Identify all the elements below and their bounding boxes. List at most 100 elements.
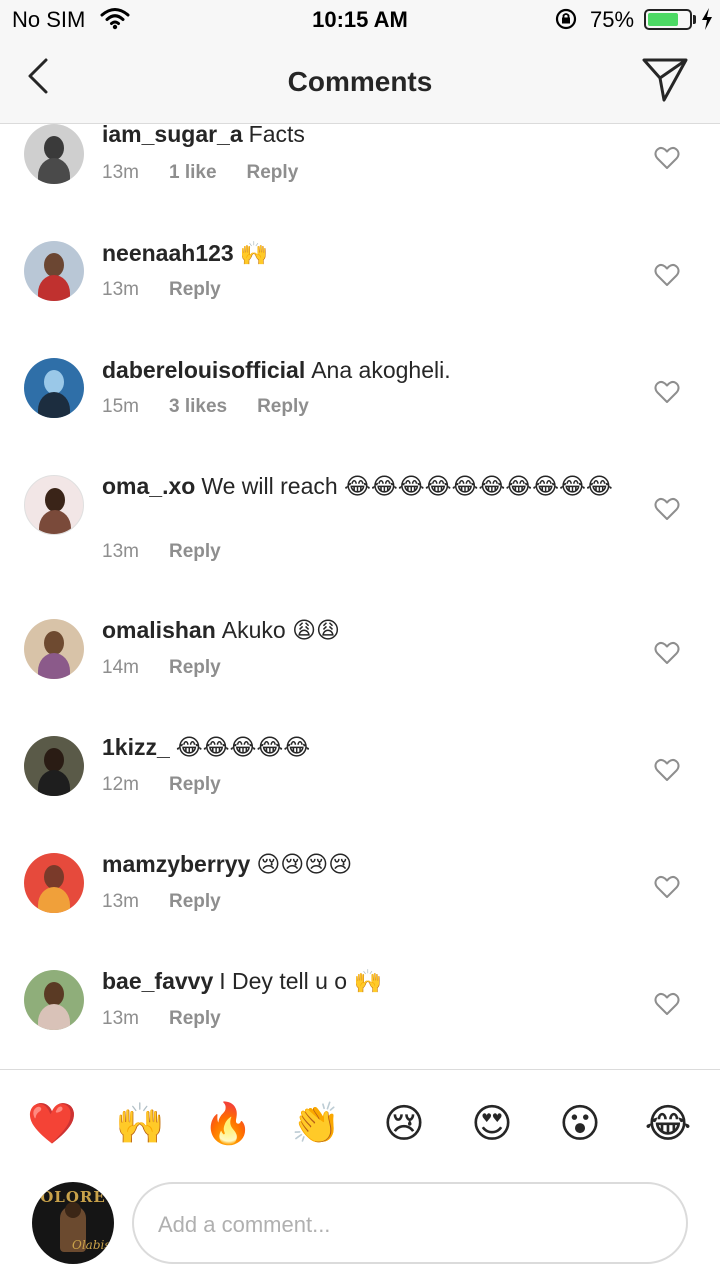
like-button[interactable] — [654, 641, 680, 665]
comment-item: mamzyberryy 😢😢😢😢 13m Reply — [0, 851, 720, 970]
reply-button[interactable]: Reply — [169, 657, 221, 678]
avatar-head — [44, 865, 64, 889]
heart-icon — [654, 876, 680, 898]
avatar[interactable] — [24, 358, 84, 418]
like-button[interactable] — [654, 992, 680, 1016]
charging-bolt-icon — [700, 7, 714, 37]
comment-time: 12m — [102, 774, 139, 795]
heart-icon — [654, 264, 680, 286]
composer-divider — [0, 1069, 720, 1070]
heart-icon — [654, 642, 680, 664]
avatar[interactable] — [24, 619, 84, 679]
comment-input[interactable]: Add a comment... — [132, 1182, 688, 1264]
comment-time: 13m — [102, 162, 139, 183]
emoji-clap-button[interactable]: 👏 — [288, 1096, 344, 1152]
comment-text: daberelouisofficial Ana akogheli. — [102, 355, 632, 385]
avatar-head — [44, 370, 64, 394]
comment-text: oma_.xo We will reach 😂😂😂😂😂😂😂😂😂😂 — [102, 471, 622, 501]
rotation-lock-icon — [554, 7, 578, 37]
emoji-surprised-button[interactable]: 😮 — [552, 1096, 608, 1152]
comment-text: bae_favvy I Dey tell u o 🙌 — [102, 966, 632, 996]
avatar-head — [44, 631, 64, 655]
comment-meta: 14m Reply — [102, 657, 251, 679]
comment-username[interactable]: oma_.xo — [102, 473, 195, 499]
avatar-script-text: Olabiss — [72, 1238, 114, 1252]
like-button[interactable] — [654, 758, 680, 782]
comment-meta: 12m Reply — [102, 774, 251, 796]
comment-time: 15m — [102, 396, 139, 417]
avatar-head — [44, 136, 64, 160]
emoji-laughing-button[interactable]: 😂 — [640, 1096, 696, 1152]
comment-text: omalishan Akuko 😩😩 — [102, 615, 632, 645]
share-button[interactable] — [640, 54, 692, 104]
top-bar: No SIM 10:15 AM 75% Comments — [0, 0, 720, 124]
avatar[interactable] — [24, 970, 84, 1030]
avatar[interactable] — [24, 475, 84, 535]
comment-username[interactable]: daberelouisofficial — [102, 357, 305, 383]
like-button[interactable] — [654, 380, 680, 404]
comment-meta: 13m Reply — [102, 1008, 251, 1030]
emoji-raised-hands-button[interactable]: 🙌 — [112, 1096, 168, 1152]
comment-item: oma_.xo We will reach 😂😂😂😂😂😂😂😂😂😂 13m Reply — [0, 473, 720, 620]
reply-button[interactable]: Reply — [169, 891, 221, 912]
emoji-crying-button[interactable]: 😢 — [376, 1096, 432, 1152]
avatar-body — [38, 653, 70, 679]
like-button[interactable] — [654, 497, 680, 521]
emoji-fire-button[interactable]: 🔥 — [200, 1096, 256, 1152]
avatar[interactable] — [24, 736, 84, 796]
status-bar: No SIM 10:15 AM 75% — [0, 0, 720, 40]
quick-emoji-bar: ❤️ 🙌 🔥 👏 😢 😍 😮 😂 — [0, 1096, 720, 1152]
avatar[interactable] — [24, 241, 84, 301]
comment-time: 13m — [102, 891, 139, 912]
reply-button[interactable]: Reply — [169, 774, 221, 795]
reply-button[interactable]: Reply — [169, 1008, 221, 1029]
avatar-body — [38, 392, 70, 418]
reply-button[interactable]: Reply — [169, 279, 221, 300]
comment-username[interactable]: bae_favvy — [102, 968, 213, 994]
comment-username[interactable]: 1kizz_ — [102, 734, 170, 760]
emoji-heart-button[interactable]: ❤️ — [24, 1096, 80, 1152]
comments-list[interactable]: iam_sugar_a Facts 13m 1 like Reply neenaah1… — [0, 124, 720, 1069]
page-title: Comments — [287, 66, 433, 97]
heart-icon — [654, 498, 680, 520]
comment-body: I Dey tell u o 🙌 — [219, 968, 383, 994]
avatar[interactable] — [24, 124, 84, 184]
like-button[interactable] — [654, 146, 680, 170]
avatar-head — [45, 488, 65, 512]
reply-button[interactable]: Reply — [169, 541, 221, 562]
like-button[interactable] — [654, 263, 680, 287]
battery-tip — [693, 15, 696, 24]
reply-button[interactable]: Reply — [257, 396, 309, 417]
current-user-avatar[interactable]: OLORE Olabiss — [32, 1182, 114, 1264]
avatar[interactable] — [24, 853, 84, 913]
comment-likes[interactable]: 1 like — [169, 162, 217, 183]
comment-meta: 13m Reply — [102, 891, 251, 913]
avatar-figure-head — [65, 1202, 81, 1218]
reply-button[interactable]: Reply — [247, 162, 299, 183]
comment-meta: 13m Reply — [102, 541, 251, 563]
comment-text: 1kizz_ 😂😂😂😂😂 — [102, 732, 632, 762]
avatar-body — [38, 1004, 70, 1030]
comment-body: Facts — [248, 124, 305, 147]
comment-text: neenaah123 🙌 — [102, 238, 632, 268]
comment-username[interactable]: omalishan — [102, 617, 216, 643]
comment-time: 13m — [102, 1008, 139, 1029]
comment-body: 😢😢😢😢 — [256, 851, 353, 877]
avatar-body — [39, 510, 71, 534]
comment-item: bae_favvy I Dey tell u o 🙌 13m Reply — [0, 968, 720, 1069]
comment-body: Ana akogheli. — [311, 357, 451, 383]
paper-plane-icon — [642, 58, 688, 102]
avatar-body — [38, 887, 70, 913]
comment-meta: 15m 3 likes Reply — [102, 396, 339, 418]
comment-likes[interactable]: 3 likes — [169, 396, 227, 417]
comment-item: iam_sugar_a Facts 13m 1 like Reply — [0, 124, 720, 241]
comment-username[interactable]: iam_sugar_a — [102, 124, 243, 147]
comment-body: 🙌 — [239, 240, 269, 266]
comment-username[interactable]: neenaah123 — [102, 240, 234, 266]
avatar-head — [44, 748, 64, 772]
comment-username[interactable]: mamzyberryy — [102, 851, 250, 877]
battery-icon — [644, 9, 692, 30]
heart-icon — [654, 147, 680, 169]
like-button[interactable] — [654, 875, 680, 899]
emoji-heart-eyes-button[interactable]: 😍 — [464, 1096, 520, 1152]
